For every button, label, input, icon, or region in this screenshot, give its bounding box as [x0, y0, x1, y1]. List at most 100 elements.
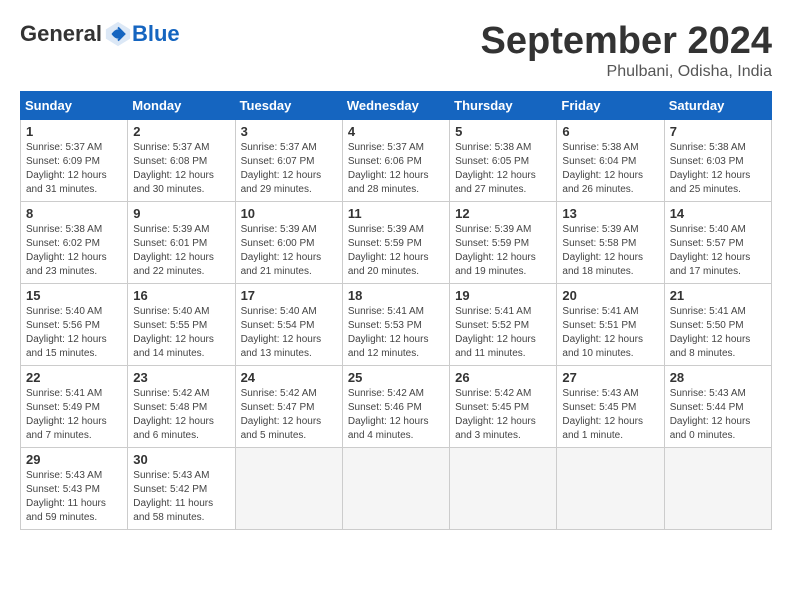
day-number: 29	[26, 452, 122, 467]
calendar-cell: 29 Sunrise: 5:43 AMSunset: 5:43 PMDayligh…	[21, 448, 128, 530]
day-number: 20	[562, 288, 658, 303]
logo-icon	[104, 20, 132, 48]
day-info: Sunrise: 5:38 AMSunset: 6:05 PMDaylight:…	[455, 141, 551, 197]
day-info: Sunrise: 5:39 AMSunset: 6:01 PMDaylight:…	[133, 223, 229, 279]
day-number: 2	[133, 124, 229, 139]
calendar-cell	[664, 448, 771, 530]
calendar-header-row: SundayMondayTuesdayWednesdayThursdayFrid…	[21, 92, 772, 120]
weekday-header-sunday: Sunday	[21, 92, 128, 120]
calendar-cell: 19 Sunrise: 5:41 AMSunset: 5:52 PMDayligh…	[450, 284, 557, 366]
calendar-cell: 6 Sunrise: 5:38 AMSunset: 6:04 PMDaylight…	[557, 120, 664, 202]
calendar-cell: 9 Sunrise: 5:39 AMSunset: 6:01 PMDaylight…	[128, 202, 235, 284]
calendar-cell: 30Sunrise: 5:43 AMSunset: 5:42 PMDayligh…	[128, 448, 235, 530]
calendar-cell: 27 Sunrise: 5:43 AMSunset: 5:45 PMDayligh…	[557, 366, 664, 448]
calendar-cell: 8 Sunrise: 5:38 AMSunset: 6:02 PMDaylight…	[21, 202, 128, 284]
day-number: 1	[26, 124, 122, 139]
calendar-cell: 3Sunrise: 5:37 AMSunset: 6:07 PMDaylight…	[235, 120, 342, 202]
calendar-week-2: 8 Sunrise: 5:38 AMSunset: 6:02 PMDaylight…	[21, 202, 772, 284]
calendar-cell: 7Sunrise: 5:38 AMSunset: 6:03 PMDaylight…	[664, 120, 771, 202]
day-number: 26	[455, 370, 551, 385]
day-info: Sunrise: 5:40 AMSunset: 5:56 PMDaylight:…	[26, 305, 122, 361]
calendar-cell: 24 Sunrise: 5:42 AMSunset: 5:47 PMDayligh…	[235, 366, 342, 448]
location-subtitle: Phulbani, Odisha, India	[481, 63, 773, 81]
calendar-cell: 22 Sunrise: 5:41 AMSunset: 5:49 PMDayligh…	[21, 366, 128, 448]
title-area: September 2024 Phulbani, Odisha, India	[481, 20, 773, 81]
calendar-cell: 15 Sunrise: 5:40 AMSunset: 5:56 PMDayligh…	[21, 284, 128, 366]
calendar-cell	[342, 448, 449, 530]
calendar-cell: 1 Sunrise: 5:37 AMSunset: 6:09 PMDaylight…	[21, 120, 128, 202]
day-info: Sunrise: 5:41 AMSunset: 5:52 PMDaylight:…	[455, 305, 551, 361]
weekday-header-tuesday: Tuesday	[235, 92, 342, 120]
day-number: 14	[670, 206, 766, 221]
day-info: Sunrise: 5:42 AMSunset: 5:45 PMDaylight:…	[455, 387, 551, 443]
calendar-cell: 11Sunrise: 5:39 AMSunset: 5:59 PMDayligh…	[342, 202, 449, 284]
day-info: Sunrise: 5:43 AMSunset: 5:45 PMDaylight:…	[562, 387, 658, 443]
day-info: Sunrise: 5:37 AMSunset: 6:07 PMDaylight:…	[241, 141, 337, 197]
day-info: Sunrise: 5:42 AMSunset: 5:47 PMDaylight:…	[241, 387, 337, 443]
calendar-cell: 5 Sunrise: 5:38 AMSunset: 6:05 PMDaylight…	[450, 120, 557, 202]
day-info: Sunrise: 5:40 AMSunset: 5:55 PMDaylight:…	[133, 305, 229, 361]
day-number: 5	[455, 124, 551, 139]
day-info: Sunrise: 5:38 AMSunset: 6:03 PMDaylight:…	[670, 141, 766, 197]
day-number: 15	[26, 288, 122, 303]
calendar-cell: 13 Sunrise: 5:39 AMSunset: 5:58 PMDayligh…	[557, 202, 664, 284]
calendar-cell: 12Sunrise: 5:39 AMSunset: 5:59 PMDayligh…	[450, 202, 557, 284]
day-number: 28	[670, 370, 766, 385]
calendar-week-5: 29 Sunrise: 5:43 AMSunset: 5:43 PMDayligh…	[21, 448, 772, 530]
weekday-header-saturday: Saturday	[664, 92, 771, 120]
weekday-header-friday: Friday	[557, 92, 664, 120]
calendar-cell: 17 Sunrise: 5:40 AMSunset: 5:54 PMDayligh…	[235, 284, 342, 366]
day-info: Sunrise: 5:42 AMSunset: 5:46 PMDaylight:…	[348, 387, 444, 443]
day-info: Sunrise: 5:43 AMSunset: 5:44 PMDaylight:…	[670, 387, 766, 443]
day-number: 24	[241, 370, 337, 385]
calendar-cell: 20Sunrise: 5:41 AMSunset: 5:51 PMDayligh…	[557, 284, 664, 366]
day-number: 18	[348, 288, 444, 303]
day-info: Sunrise: 5:38 AMSunset: 6:04 PMDaylight:…	[562, 141, 658, 197]
calendar-week-3: 15 Sunrise: 5:40 AMSunset: 5:56 PMDayligh…	[21, 284, 772, 366]
day-info: Sunrise: 5:37 AMSunset: 6:06 PMDaylight:…	[348, 141, 444, 197]
calendar-week-1: 1 Sunrise: 5:37 AMSunset: 6:09 PMDaylight…	[21, 120, 772, 202]
calendar-cell: 14 Sunrise: 5:40 AMSunset: 5:57 PMDayligh…	[664, 202, 771, 284]
day-number: 19	[455, 288, 551, 303]
day-info: Sunrise: 5:37 AMSunset: 6:08 PMDaylight:…	[133, 141, 229, 197]
day-number: 22	[26, 370, 122, 385]
day-info: Sunrise: 5:37 AMSunset: 6:09 PMDaylight:…	[26, 141, 122, 197]
day-number: 6	[562, 124, 658, 139]
day-info: Sunrise: 5:39 AMSunset: 5:58 PMDaylight:…	[562, 223, 658, 279]
day-number: 9	[133, 206, 229, 221]
weekday-header-wednesday: Wednesday	[342, 92, 449, 120]
calendar-cell: 25Sunrise: 5:42 AMSunset: 5:46 PMDayligh…	[342, 366, 449, 448]
day-info: Sunrise: 5:39 AMSunset: 5:59 PMDaylight:…	[455, 223, 551, 279]
calendar-table: SundayMondayTuesdayWednesdayThursdayFrid…	[20, 91, 772, 530]
logo: General Blue	[20, 20, 180, 48]
day-info: Sunrise: 5:41 AMSunset: 5:50 PMDaylight:…	[670, 305, 766, 361]
day-number: 23	[133, 370, 229, 385]
day-number: 11	[348, 206, 444, 221]
month-title: September 2024	[481, 20, 773, 63]
day-number: 27	[562, 370, 658, 385]
day-number: 13	[562, 206, 658, 221]
calendar-cell: 21Sunrise: 5:41 AMSunset: 5:50 PMDayligh…	[664, 284, 771, 366]
day-number: 8	[26, 206, 122, 221]
weekday-header-thursday: Thursday	[450, 92, 557, 120]
calendar-cell: 4Sunrise: 5:37 AMSunset: 6:06 PMDaylight…	[342, 120, 449, 202]
calendar-cell: 28 Sunrise: 5:43 AMSunset: 5:44 PMDayligh…	[664, 366, 771, 448]
weekday-header-monday: Monday	[128, 92, 235, 120]
logo-blue-text: Blue	[132, 21, 180, 47]
day-number: 17	[241, 288, 337, 303]
calendar-cell: 2 Sunrise: 5:37 AMSunset: 6:08 PMDaylight…	[128, 120, 235, 202]
day-info: Sunrise: 5:39 AMSunset: 6:00 PMDaylight:…	[241, 223, 337, 279]
day-info: Sunrise: 5:41 AMSunset: 5:49 PMDaylight:…	[26, 387, 122, 443]
calendar-cell: 26 Sunrise: 5:42 AMSunset: 5:45 PMDayligh…	[450, 366, 557, 448]
day-info: Sunrise: 5:43 AMSunset: 5:43 PMDaylight:…	[26, 469, 122, 525]
day-number: 30	[133, 452, 229, 467]
calendar-week-4: 22 Sunrise: 5:41 AMSunset: 5:49 PMDayligh…	[21, 366, 772, 448]
day-info: Sunrise: 5:42 AMSunset: 5:48 PMDaylight:…	[133, 387, 229, 443]
logo-general-text: General	[20, 21, 102, 47]
calendar-cell: 10Sunrise: 5:39 AMSunset: 6:00 PMDayligh…	[235, 202, 342, 284]
day-info: Sunrise: 5:40 AMSunset: 5:54 PMDaylight:…	[241, 305, 337, 361]
day-number: 16	[133, 288, 229, 303]
calendar-cell: 23 Sunrise: 5:42 AMSunset: 5:48 PMDayligh…	[128, 366, 235, 448]
day-info: Sunrise: 5:38 AMSunset: 6:02 PMDaylight:…	[26, 223, 122, 279]
day-info: Sunrise: 5:40 AMSunset: 5:57 PMDaylight:…	[670, 223, 766, 279]
